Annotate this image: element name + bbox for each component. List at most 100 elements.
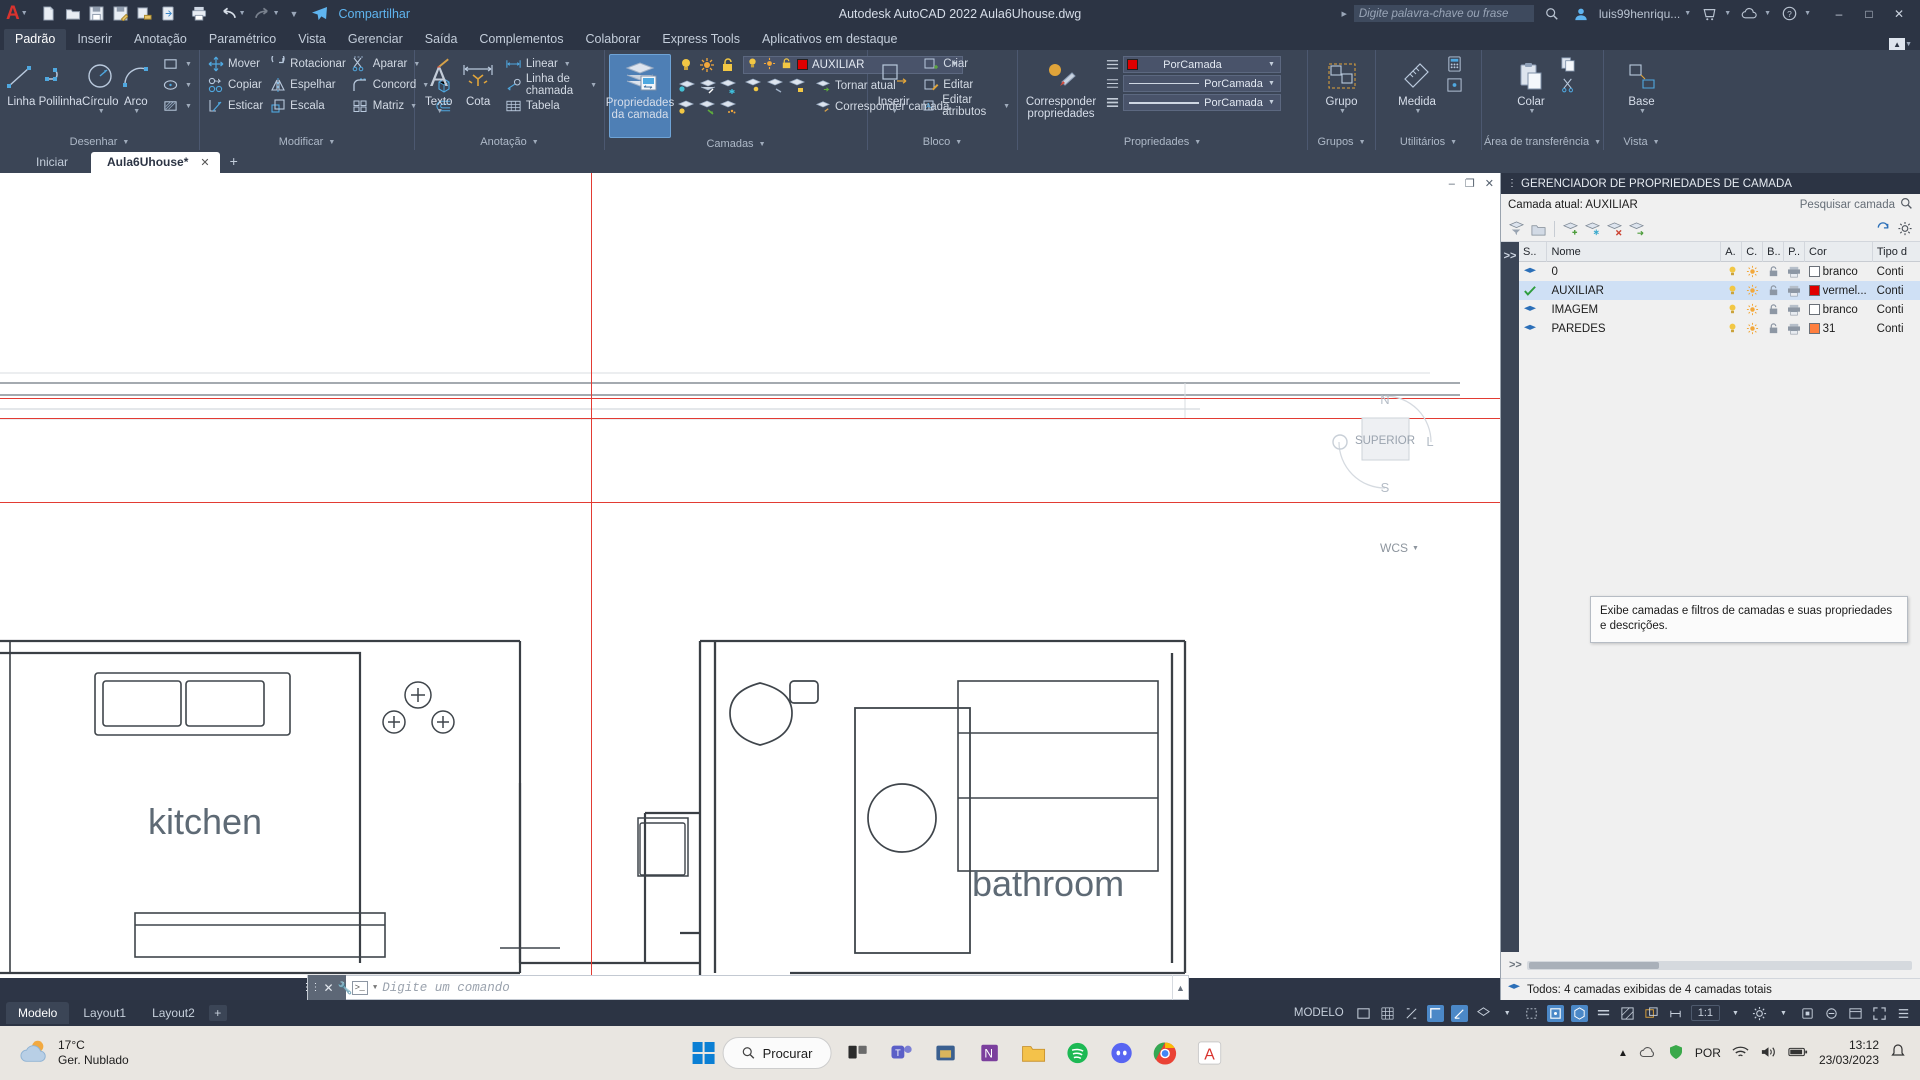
transparency-icon[interactable]	[1619, 1005, 1636, 1022]
layer-thaw-icon[interactable]	[697, 55, 717, 75]
app-menu-caret-icon[interactable]: ▼	[21, 10, 28, 17]
discord-icon[interactable]	[1103, 1035, 1139, 1071]
chrome-icon[interactable]	[1147, 1035, 1183, 1071]
annotation-scale-label[interactable]: 1:1	[1690, 1005, 1720, 1021]
row-freeze-1[interactable]	[1743, 281, 1764, 300]
tool-escala[interactable]: Escala	[266, 96, 349, 116]
lineweight-combo-caret-icon[interactable]: ▼	[1268, 99, 1277, 106]
autocad-logo-icon[interactable]: A	[4, 4, 22, 23]
close-button[interactable]: ✕	[1884, 0, 1914, 27]
tool-arco[interactable]: Arco ▼	[118, 54, 153, 115]
qat-overflow-caret-icon[interactable]: ▼	[290, 9, 299, 19]
row-lock-0[interactable]	[1763, 262, 1784, 281]
status-space-label[interactable]: MODELO	[1294, 1007, 1344, 1019]
tool-inserir-bloco[interactable]: Inserir ▼	[872, 54, 915, 115]
row-status-3[interactable]	[1519, 319, 1547, 338]
user-name-label[interactable]: luis99henriqu...	[1599, 7, 1680, 21]
selection-cycling-icon[interactable]	[1643, 1005, 1660, 1022]
lpm-scrollbar[interactable]	[1527, 960, 1912, 970]
col-tipo[interactable]: Tipo d	[1873, 242, 1920, 262]
lineweight-combo[interactable]: PorCamada ▼	[1123, 94, 1281, 111]
tool-copiar-clip[interactable]	[1557, 54, 1580, 74]
user-menu-caret-icon[interactable]: ▼	[1684, 10, 1691, 17]
tray-wifi-icon[interactable]	[1732, 1045, 1749, 1062]
tool-copiar[interactable]: Copiar	[204, 75, 266, 95]
tool-linha-chamada[interactable]: Linha de chamada ▼	[502, 73, 600, 97]
row-linetype-2[interactable]: Conti	[1873, 300, 1920, 319]
search-icon[interactable]	[1541, 3, 1563, 25]
help-icon[interactable]: ?	[1778, 3, 1800, 25]
inserir-caret-icon[interactable]: ▼	[891, 108, 898, 115]
lpm-expand-icon[interactable]: >>	[1509, 959, 1527, 971]
row-status-0[interactable]	[1519, 262, 1547, 281]
arco-caret-icon[interactable]: ▼	[133, 108, 140, 115]
ribbon-tab-gerenciar[interactable]: Gerenciar	[337, 29, 414, 50]
delete-layer-icon[interactable]	[1605, 219, 1624, 238]
taskbar-clock[interactable]: 13:12 23/03/2023	[1819, 1038, 1879, 1068]
tray-security-icon[interactable]	[1668, 1044, 1684, 1063]
command-scroll-up-icon[interactable]: ▲	[1172, 975, 1188, 1000]
share-label[interactable]: Compartilhar	[338, 7, 410, 21]
ribbon-tab-parametrico[interactable]: Paramétrico	[198, 29, 287, 50]
polar-icon[interactable]	[1450, 1004, 1468, 1022]
texto-caret-icon[interactable]: ▼	[436, 108, 443, 115]
annotation-monitor-icon[interactable]	[1667, 1005, 1684, 1022]
col-freeze[interactable]: C.	[1742, 242, 1764, 262]
autodesk-store-icon[interactable]	[1698, 3, 1720, 25]
row-on-1[interactable]	[1722, 281, 1743, 300]
tool-linear[interactable]: Linear ▼	[502, 54, 600, 74]
wcs-indicator[interactable]: WCS ▼	[1380, 541, 1419, 555]
tool-corresponder-propriedades[interactable]: Corresponder propriedades	[1022, 54, 1100, 120]
lineweight-list-icon[interactable]	[1104, 58, 1120, 72]
col-lock[interactable]: B..	[1763, 242, 1785, 262]
row-plot-1[interactable]	[1784, 281, 1805, 300]
tray-battery-icon[interactable]	[1788, 1046, 1808, 1061]
row-lock-3[interactable]	[1763, 319, 1784, 338]
color-combo-caret-icon[interactable]: ▼	[1268, 61, 1277, 68]
lpm-filter-gutter[interactable]: >>	[1501, 242, 1519, 952]
lpm-search-icon[interactable]	[1900, 197, 1913, 213]
ribbon-tab-saida[interactable]: Saída	[414, 29, 469, 50]
help-search-input[interactable]: Digite palavra-chave ou frase	[1353, 5, 1534, 22]
layout-tab-modelo[interactable]: Modelo	[6, 1002, 70, 1024]
tool-tabela[interactable]: Tabela	[502, 96, 600, 116]
atributos-caret-icon[interactable]: ▼	[1003, 103, 1010, 110]
store-icon[interactable]	[927, 1035, 963, 1071]
tool-mover[interactable]: Mover	[204, 54, 266, 74]
teams-icon[interactable]: T	[883, 1035, 919, 1071]
row-color-3[interactable]: 31	[1805, 319, 1873, 338]
isoplane-icon[interactable]	[1475, 1005, 1492, 1022]
tool-texto[interactable]: A Texto ▼	[419, 54, 458, 115]
new-file-icon[interactable]	[38, 3, 60, 25]
tool-retangulo[interactable]: ▼	[159, 54, 195, 74]
row-plot-2[interactable]	[1784, 300, 1805, 319]
new-layer-icon[interactable]	[1561, 219, 1580, 238]
row-color-2[interactable]: branco	[1805, 300, 1873, 319]
osnap-3d-icon[interactable]	[1570, 1004, 1588, 1022]
ribbon-tab-inserir[interactable]: Inserir	[66, 29, 123, 50]
tool-quick-calc[interactable]	[1443, 54, 1466, 74]
row-freeze-3[interactable]	[1743, 319, 1764, 338]
onenote-icon[interactable]: N	[971, 1035, 1007, 1071]
col-cor[interactable]: Cor	[1805, 242, 1873, 262]
layer-settings-gear-icon[interactable]	[1895, 219, 1914, 238]
store-caret-icon[interactable]: ▼	[1724, 10, 1731, 17]
row-color-0[interactable]: branco	[1805, 262, 1873, 281]
doc-tab-close-icon[interactable]: ✕	[200, 156, 209, 169]
lpm-search[interactable]: Pesquisar camada	[1800, 197, 1913, 213]
ribbon-collapse-control[interactable]: ▲ ▼	[1889, 38, 1912, 50]
spotify-icon[interactable]	[1059, 1035, 1095, 1071]
lineweight-icon[interactable]	[1104, 96, 1120, 110]
minimize-button[interactable]: –	[1824, 0, 1854, 27]
tool-hachura[interactable]: ▼	[159, 96, 195, 116]
help-caret-icon[interactable]: ▼	[1804, 10, 1811, 17]
ribbon-tab-padrao[interactable]: Padrão	[4, 29, 67, 50]
maximize-button[interactable]: □	[1854, 0, 1884, 27]
base-caret-icon[interactable]: ▼	[1639, 108, 1646, 115]
lpm-horizontal-scroll[interactable]: >>	[1501, 952, 1920, 978]
tray-volume-icon[interactable]	[1760, 1045, 1777, 1062]
osnap-icon[interactable]	[1546, 1004, 1564, 1022]
snap-icon[interactable]	[1403, 1005, 1420, 1022]
open-from-web-icon[interactable]	[134, 3, 156, 25]
row-linetype-1[interactable]: Conti	[1873, 281, 1920, 300]
